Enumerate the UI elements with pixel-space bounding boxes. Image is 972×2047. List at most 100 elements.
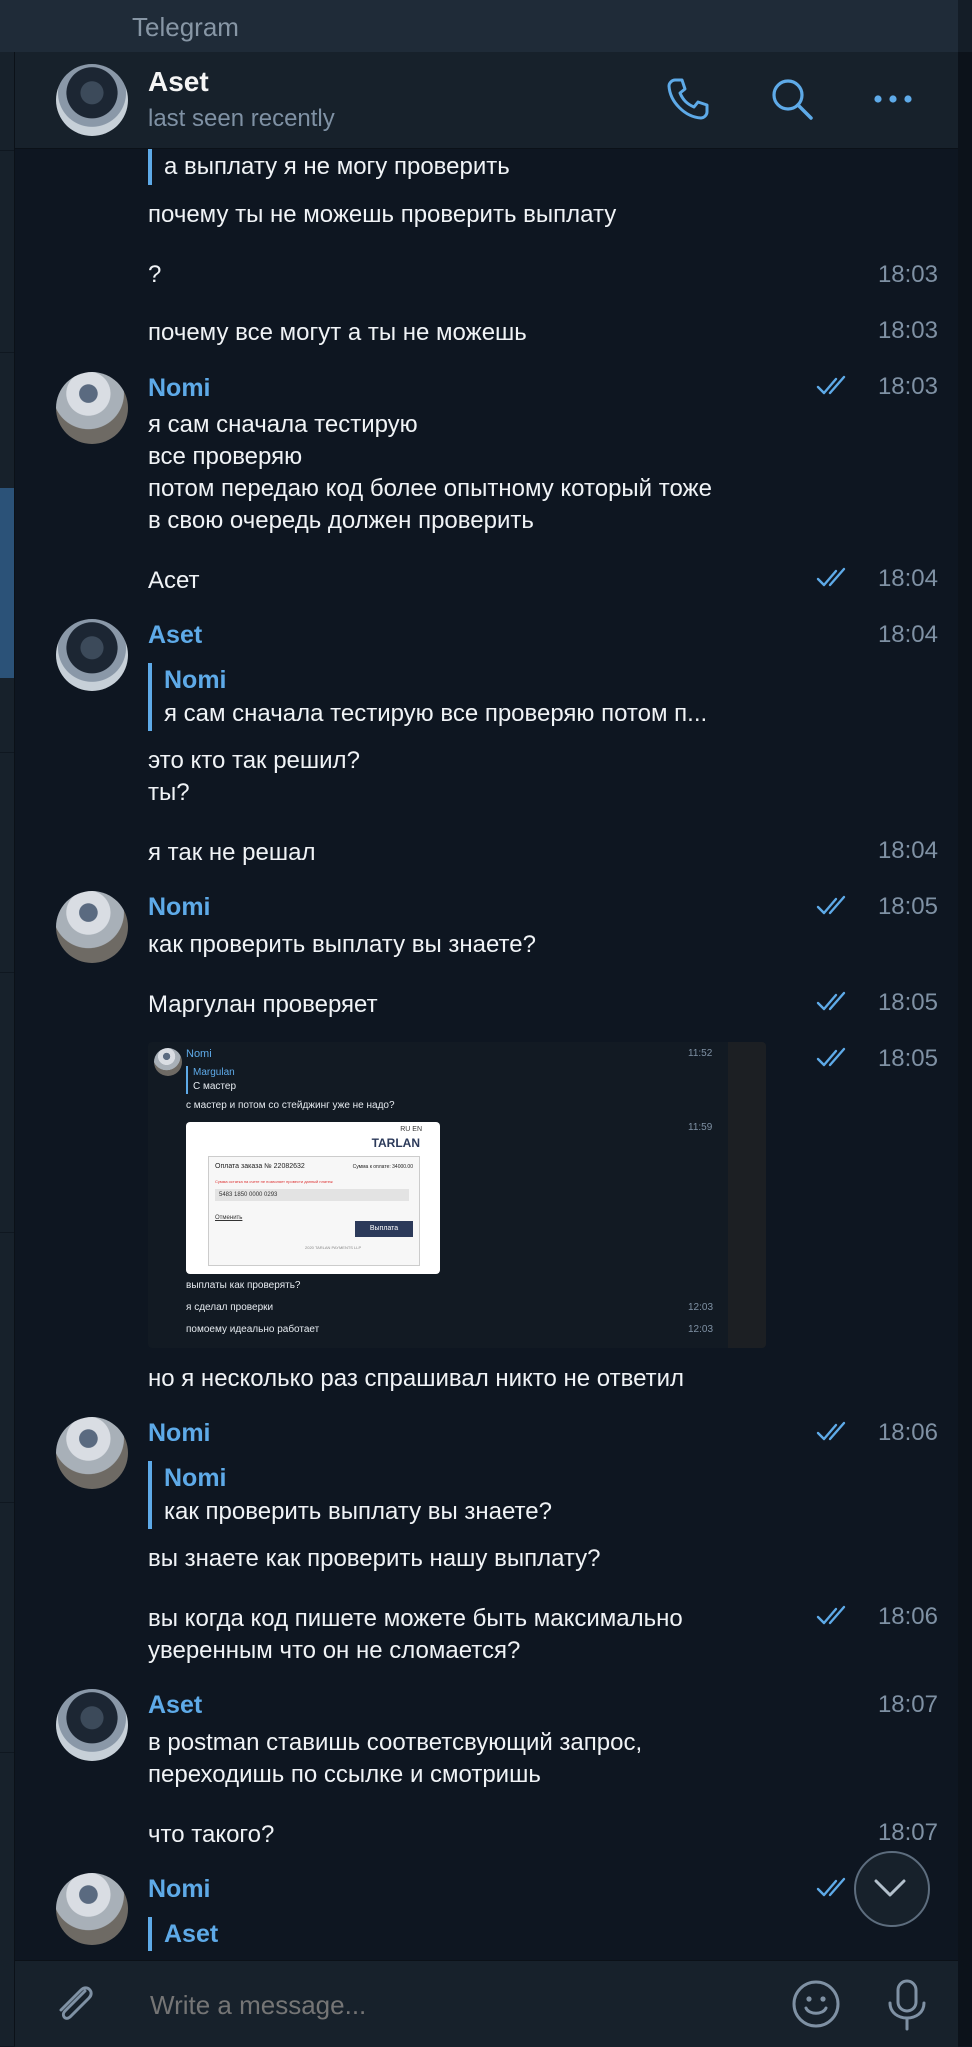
read-check-icon xyxy=(816,895,846,915)
form-error: Сумма остатка на счете не позволяет пров… xyxy=(215,1179,333,1184)
form-footer: 2020 TARLAN PAYMENTS LLP xyxy=(305,1245,362,1250)
scroll-to-bottom-button[interactable] xyxy=(854,1851,930,1927)
avatar[interactable] xyxy=(56,372,128,444)
message-composer xyxy=(15,1960,958,2047)
chat-list-sidebar[interactable] xyxy=(0,52,15,2046)
paperclip-icon xyxy=(59,1986,93,2020)
call-button[interactable] xyxy=(663,74,713,124)
message-text: Маргулан проверяет xyxy=(148,991,378,1018)
sender-name[interactable]: Nomi xyxy=(148,1875,211,1904)
avatar[interactable] xyxy=(56,891,128,963)
avatar[interactable] xyxy=(56,1689,128,1761)
message-text: Асет xyxy=(148,567,200,594)
message-line: в свою очередь должен проверить xyxy=(148,507,534,534)
screenshot-time: 11:59 xyxy=(688,1122,713,1133)
quote-sender: Aset xyxy=(164,1920,219,1948)
window-title: Telegram xyxy=(132,12,239,42)
chevron-down-icon xyxy=(874,1879,906,1897)
message-line: уверенным что он не сломается? xyxy=(148,1637,521,1664)
read-check-icon xyxy=(816,1605,846,1625)
search-icon xyxy=(772,79,813,120)
screenshot-avatar xyxy=(154,1048,182,1076)
message-time: 18:06 xyxy=(877,1603,938,1630)
avatar[interactable] xyxy=(56,64,128,136)
message-time: 18:06 xyxy=(877,1419,938,1446)
form-cancel: Отменить xyxy=(215,1215,243,1221)
avatar[interactable] xyxy=(56,1417,128,1489)
sidebar-divider xyxy=(0,150,14,151)
emoji-button[interactable] xyxy=(789,1977,843,2031)
read-check-icon xyxy=(816,567,846,587)
read-check-icon xyxy=(816,1047,846,1067)
reply-quote[interactable]: а выплату я не могу проверить xyxy=(148,149,510,185)
smile-icon xyxy=(792,1980,840,2028)
quote-sender: Nomi xyxy=(164,666,227,694)
more-icon xyxy=(874,95,912,103)
sidebar-divider xyxy=(0,752,14,753)
reply-quote[interactable]: Nomi я сам сначала тестирую все проверяю… xyxy=(148,663,707,731)
phone-icon xyxy=(667,78,709,120)
screenshot-quote-sender: Margulan xyxy=(193,1067,235,1078)
screenshot-text: выплаты как проверять? xyxy=(186,1280,301,1291)
sidebar-divider xyxy=(0,352,14,353)
screenshot-quote: Margulan С мастер xyxy=(186,1066,236,1094)
message-time: 18:04 xyxy=(877,837,938,864)
form-card: 5483 1850 0000 0293 xyxy=(215,1189,409,1201)
chat-header: Aset last seen recently xyxy=(15,52,958,149)
titlebar-edge xyxy=(958,0,972,52)
message-line: переходишь по ссылке и смотришь xyxy=(148,1761,541,1788)
form-box: Оплата заказа № 22082632 Сумма к оплате:… xyxy=(208,1156,420,1266)
search-button[interactable] xyxy=(767,74,817,124)
read-check-icon xyxy=(816,1877,846,1897)
sidebar-divider xyxy=(0,1232,14,1233)
sender-name[interactable]: Nomi xyxy=(148,893,211,922)
chat-title[interactable]: Aset xyxy=(148,66,209,98)
read-check-icon xyxy=(816,375,846,395)
message-text: ? xyxy=(148,261,162,288)
form-brand: TARLAN xyxy=(371,1136,420,1150)
message-time: 18:05 xyxy=(877,1045,938,1072)
message-line: ты? xyxy=(148,779,190,806)
message-text: как проверить выплату вы знаете? xyxy=(148,931,536,958)
message-text: что такого? xyxy=(148,1821,275,1848)
form-order: Оплата заказа № 22082632 xyxy=(215,1163,305,1170)
sender-name[interactable]: Aset xyxy=(148,1691,202,1720)
sidebar-divider xyxy=(0,972,14,973)
more-button[interactable] xyxy=(868,74,918,124)
avatar[interactable] xyxy=(56,1873,128,1945)
screenshot-time: 12:03 xyxy=(688,1302,714,1313)
message-time: 18:05 xyxy=(877,893,938,920)
read-check-icon xyxy=(816,1421,846,1441)
screenshot-text: с мастер и потом со стейджинг уже не над… xyxy=(186,1100,395,1111)
message-line: потом передаю код более опытному который… xyxy=(148,475,712,502)
message-text: а выплату я не могу проверить xyxy=(164,153,510,180)
sender-name[interactable]: Nomi xyxy=(148,374,211,403)
message-time: 18:07 xyxy=(877,1819,938,1846)
message-time: 18:03 xyxy=(877,373,938,400)
reply-quote[interactable]: Nomi как проверить выплату вы знаете? xyxy=(148,1461,552,1529)
screenshot-time: 11:52 xyxy=(688,1048,713,1059)
sidebar-divider xyxy=(0,1752,14,1753)
message-history[interactable]: а выплату я не могу проверить почему ты … xyxy=(15,149,958,1959)
sidebar-active-chat[interactable] xyxy=(0,488,14,678)
avatar[interactable] xyxy=(56,619,128,691)
sender-name[interactable]: Aset xyxy=(148,621,202,650)
sender-name[interactable]: Nomi xyxy=(148,1419,211,1448)
voice-message-button[interactable] xyxy=(879,1975,935,2035)
message-input[interactable] xyxy=(148,1981,752,2029)
form-sum: Сумма к оплате: 34000.00 xyxy=(352,1164,413,1170)
screenshot-sender: Nomi xyxy=(186,1048,212,1060)
reply-quote[interactable]: Aset xyxy=(148,1917,218,1951)
sidebar-divider xyxy=(0,1502,14,1503)
quote-sender: Nomi xyxy=(164,1464,227,1492)
photo-attachment[interactable]: Nomi 11:52 Margulan С мастер с мастер и … xyxy=(148,1042,766,1348)
message-line: в postman ставишь соответсвующий запрос, xyxy=(148,1729,643,1756)
message-time: 18:03 xyxy=(877,261,938,288)
screenshot-quote-text: С мастер xyxy=(193,1081,237,1092)
attach-button[interactable] xyxy=(49,1977,103,2031)
message-time: 18:04 xyxy=(877,565,938,592)
message-text: вы знаете как проверить нашу выплату? xyxy=(148,1545,601,1572)
quote-text: я сам сначала тестирую все проверяю пото… xyxy=(164,700,708,727)
message-text: почему ты не можешь проверить выплату xyxy=(148,201,617,228)
message-text: я так не решал xyxy=(148,839,316,866)
